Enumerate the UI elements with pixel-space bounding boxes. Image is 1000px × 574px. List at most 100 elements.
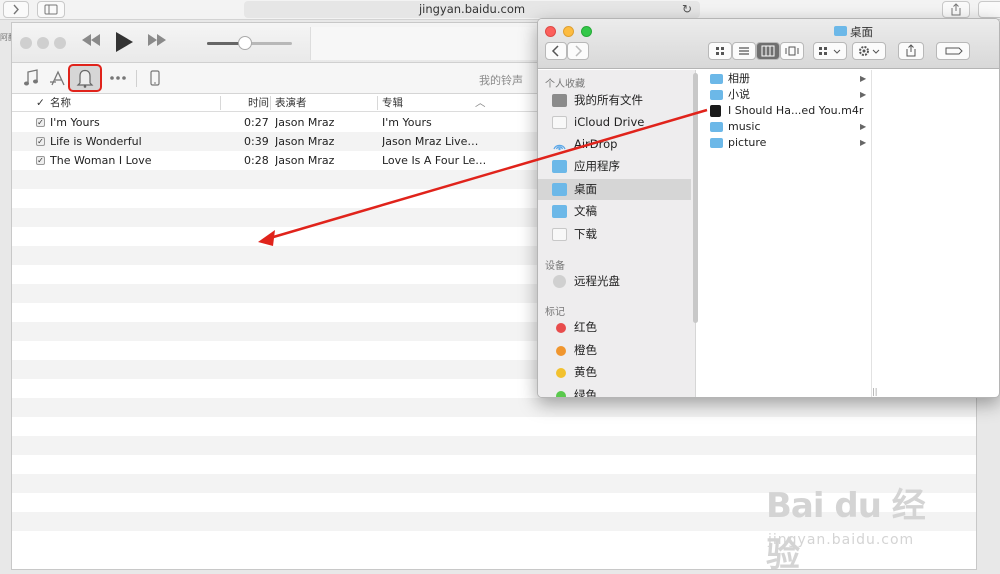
next-track-button[interactable] [146, 32, 168, 53]
volume-knob[interactable] [238, 36, 253, 50]
chevron-left-icon [551, 45, 559, 57]
artist-column-header[interactable]: 表演者 [275, 94, 307, 112]
apps-nav-button[interactable] [48, 69, 68, 89]
song-name: Life is Wonderful [50, 135, 142, 148]
columns-icon [761, 45, 775, 57]
tag-color-dot [556, 391, 566, 397]
album-column-header[interactable]: 专辑 [382, 94, 403, 112]
sidebar-tag-yellow[interactable]: 黄色 [538, 362, 691, 383]
sidebar-tag-green[interactable]: 绿色 [538, 385, 691, 397]
devices-heading: 设备 [545, 261, 565, 272]
folder-icon [834, 26, 847, 36]
share-button[interactable] [898, 42, 924, 60]
song-artist: Jason Mraz [275, 154, 335, 167]
column-resize-handle[interactable]: || [872, 387, 877, 396]
reload-icon[interactable]: ↻ [682, 1, 692, 18]
grid-icon [716, 47, 724, 55]
finder-titlebar: 桌面 [538, 19, 999, 69]
arrange-icon [819, 47, 841, 55]
zoom-button[interactable] [581, 26, 592, 37]
list-item[interactable]: music ▶ [704, 119, 872, 135]
song-time: 0:28 [244, 154, 269, 167]
sidebar-item-remote-disc[interactable]: 远程光盘 [538, 271, 691, 292]
finder-sidebar: 个人收藏 我的所有文件 iCloud Drive AirDrop 应用程序 桌面… [538, 70, 696, 397]
tabs-button[interactable] [978, 1, 1000, 18]
sidebar-tag-red[interactable]: 红色 [538, 317, 691, 338]
item-name: music [728, 120, 761, 133]
all-files-icon [552, 94, 567, 107]
browser-toolbar: jingyan.baidu.com ↻ [0, 0, 1000, 20]
finder-column: 相册 ▶ 小说 ▶ I Should Ha...ed You.m4r music… [704, 70, 872, 397]
address-bar[interactable]: jingyan.baidu.com ↻ [244, 1, 700, 18]
back-button[interactable] [545, 42, 567, 60]
column-view-button[interactable] [756, 42, 780, 60]
time-column-header[interactable]: 时间 [248, 94, 269, 112]
sidebar-item-label: 我的所有文件 [574, 93, 643, 107]
sidebar-item-label: iCloud Drive [574, 115, 645, 129]
forward-button[interactable] [567, 42, 589, 60]
icon-view-button[interactable] [708, 42, 732, 60]
check-all-column[interactable]: ✓ [36, 94, 45, 112]
more-nav-button[interactable] [108, 69, 128, 89]
minimize-button[interactable] [563, 26, 574, 37]
sidebar-item-label: AirDrop [574, 137, 618, 151]
forward-button[interactable] [3, 1, 29, 18]
sidebar-scrollbar[interactable] [693, 73, 698, 323]
sidebar-item-label: 红色 [574, 320, 597, 334]
share-button[interactable] [942, 1, 970, 18]
app-store-icon [50, 70, 65, 86]
sidebar-item-label: 应用程序 [574, 159, 620, 173]
tones-nav-button[interactable] [68, 64, 102, 92]
song-name: I'm Yours [50, 116, 100, 129]
song-checkbox[interactable]: ✓ [36, 137, 45, 146]
iphone-icon [150, 70, 160, 86]
window-title: 桌面 [850, 25, 873, 39]
cover-flow-button[interactable] [780, 42, 804, 60]
desktop-icon [552, 183, 567, 196]
empty-row [12, 436, 976, 455]
sidebar-item-documents[interactable]: 文稿 [538, 201, 691, 222]
sidebar-toggle-button[interactable] [37, 1, 65, 18]
cover-flow-icon [785, 46, 799, 56]
nav-divider [136, 70, 137, 87]
share-icon [951, 3, 961, 16]
section-title: 我的铃声 [479, 74, 523, 87]
list-icon [739, 47, 749, 55]
song-artist: Jason Mraz [275, 116, 335, 129]
zoom-dot[interactable] [54, 37, 66, 49]
song-checkbox[interactable]: ✓ [36, 118, 45, 127]
list-item[interactable]: I Should Ha...ed You.m4r [704, 103, 872, 119]
list-item[interactable]: picture ▶ [704, 135, 872, 151]
sort-chevron-icon[interactable]: ︿ [475, 94, 486, 112]
name-column-header[interactable]: 名称 [50, 94, 71, 112]
sidebar-item-applications[interactable]: 应用程序 [538, 156, 691, 177]
folder-icon [710, 138, 723, 148]
sidebar-item-downloads[interactable]: 下载 [538, 224, 691, 245]
icloud-icon [552, 116, 567, 129]
music-nav-button[interactable] [21, 69, 41, 89]
sidebar-item-icloud-drive[interactable]: iCloud Drive [538, 112, 691, 133]
close-button[interactable] [545, 26, 556, 37]
action-button[interactable] [852, 42, 886, 60]
song-checkbox[interactable]: ✓ [36, 156, 45, 165]
tag-icon [945, 47, 963, 55]
previous-track-button[interactable] [80, 32, 102, 53]
arrange-button[interactable] [813, 42, 847, 60]
music-note-icon [24, 69, 38, 86]
sidebar-item-desktop[interactable]: 桌面 [538, 179, 691, 200]
sidebar-tag-orange[interactable]: 橙色 [538, 340, 691, 361]
tags-button[interactable] [936, 42, 970, 60]
list-view-button[interactable] [732, 42, 756, 60]
folder-icon [710, 90, 723, 100]
device-button[interactable] [145, 69, 165, 89]
close-dot[interactable] [20, 37, 32, 49]
more-icon [110, 76, 126, 80]
play-button[interactable] [113, 30, 135, 59]
list-item[interactable]: 小说 ▶ [704, 87, 872, 103]
sidebar-item-airdrop[interactable]: AirDrop [538, 134, 691, 155]
sidebar-item-all-files[interactable]: 我的所有文件 [538, 90, 691, 111]
item-name: 小说 [728, 88, 750, 101]
item-name: picture [728, 136, 767, 149]
list-item[interactable]: 相册 ▶ [704, 71, 872, 87]
minimize-dot[interactable] [37, 37, 49, 49]
